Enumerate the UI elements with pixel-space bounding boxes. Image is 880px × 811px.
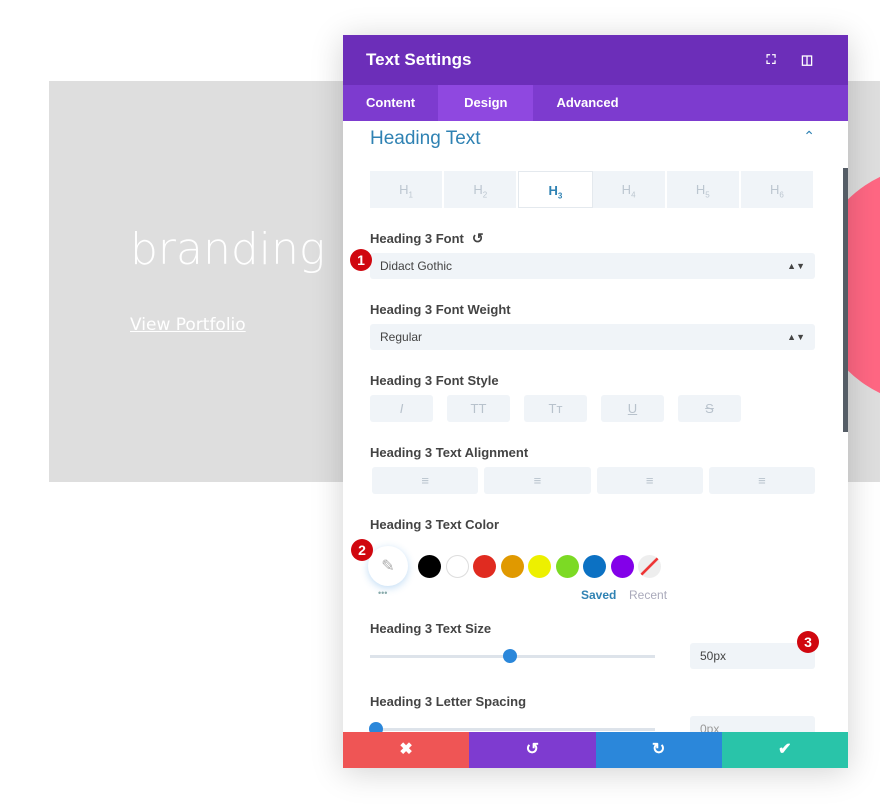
size-label: Heading 3 Text Size bbox=[370, 620, 492, 636]
color-swatch[interactable] bbox=[610, 554, 634, 578]
tab-design[interactable]: Design bbox=[438, 85, 534, 121]
letter-spacing-slider[interactable] bbox=[368, 721, 655, 736]
branding-heading: branding bbox=[130, 224, 326, 275]
no-color-swatch[interactable] bbox=[638, 554, 661, 578]
italic-button[interactable]: I bbox=[370, 395, 433, 422]
fullscreen-icon[interactable]: ⛶ bbox=[753, 52, 789, 68]
tab-bar: Content Design Advanced bbox=[343, 85, 848, 121]
section-heading-text[interactable]: Heading Text ⌃ bbox=[370, 128, 815, 158]
modal-header: Text Settings ⛶ ◫ bbox=[343, 35, 848, 85]
uppercase-button[interactable]: TT bbox=[447, 395, 510, 422]
step-badge-1: 1 bbox=[350, 249, 372, 271]
saved-tab[interactable]: Saved bbox=[581, 588, 629, 602]
weight-value: Regular bbox=[380, 330, 423, 344]
save-button[interactable]: ✔ bbox=[721, 732, 848, 768]
font-select[interactable]: Didact Gothic ▲▼ bbox=[370, 253, 815, 279]
underline-button[interactable]: U bbox=[601, 395, 664, 422]
capitalize-button[interactable]: Tт bbox=[524, 395, 587, 422]
heading-level-h6[interactable]: H6 bbox=[741, 171, 816, 208]
reset-icon[interactable]: ↺ bbox=[472, 230, 484, 247]
color-swatch[interactable] bbox=[583, 554, 606, 578]
heading-level-h1[interactable]: H1 bbox=[370, 171, 445, 208]
font-label: Heading 3 Font bbox=[370, 230, 464, 246]
eyedropper-button[interactable]: ✎ bbox=[368, 546, 408, 586]
style-label: Heading 3 Font Style bbox=[370, 372, 499, 388]
sidebar-icon[interactable]: ◫ bbox=[789, 52, 825, 68]
align-center-button[interactable]: ≡ bbox=[484, 467, 591, 494]
step-badge-3: 3 bbox=[797, 631, 819, 653]
font-value: Didact Gothic bbox=[380, 259, 453, 273]
cancel-button[interactable]: ✖ bbox=[343, 732, 470, 768]
heading-level-h5[interactable]: H5 bbox=[667, 171, 741, 208]
color-swatch[interactable] bbox=[473, 554, 496, 578]
font-style-buttons: I TT Tт U S bbox=[370, 395, 815, 422]
text-size-input[interactable]: 50px bbox=[690, 643, 815, 669]
align-justify-button[interactable]: ≡ bbox=[708, 467, 815, 494]
tab-content[interactable]: Content bbox=[343, 85, 438, 121]
color-swatch[interactable] bbox=[500, 554, 524, 578]
chevron-up-icon[interactable]: ⌃ bbox=[803, 128, 815, 158]
heading-level-h3[interactable]: H3 bbox=[518, 171, 593, 208]
modal-footer: ✖ ↺ ↻ ✔ bbox=[343, 732, 848, 768]
recent-tab[interactable]: Recent bbox=[629, 588, 667, 602]
align-left-button[interactable]: ≡ bbox=[372, 467, 479, 494]
undo-button[interactable]: ↺ bbox=[469, 732, 596, 768]
select-arrows-icon: ▲▼ bbox=[787, 261, 805, 271]
spacing-label: Heading 3 Letter Spacing bbox=[370, 693, 527, 709]
heading-level-h4[interactable]: H4 bbox=[593, 171, 667, 208]
heading-level-selector: H1 H2 H3 H4 H5 H6 bbox=[370, 171, 816, 208]
text-settings-modal: Text Settings ⛶ ◫ Content Design Advance… bbox=[343, 35, 848, 768]
slider-handle[interactable] bbox=[502, 648, 517, 663]
select-arrows-icon: ▲▼ bbox=[787, 332, 805, 342]
more-colors-button[interactable]: ••• bbox=[370, 588, 581, 602]
alignment-buttons: ≡ ≡ ≡ ≡ bbox=[370, 467, 815, 494]
color-swatches bbox=[418, 554, 666, 578]
text-size-slider[interactable] bbox=[370, 648, 655, 663]
color-swatch[interactable] bbox=[528, 554, 551, 578]
align-right-button[interactable]: ≡ bbox=[596, 467, 703, 494]
strikethrough-button[interactable]: S bbox=[678, 395, 741, 422]
view-portfolio-link[interactable]: View Portfolio bbox=[130, 315, 246, 335]
section-title: Heading Text bbox=[370, 128, 481, 149]
color-swatch[interactable] bbox=[418, 554, 441, 578]
step-badge-2: 2 bbox=[351, 539, 373, 561]
font-weight-select[interactable]: Regular ▲▼ bbox=[370, 324, 815, 350]
weight-label: Heading 3 Font Weight bbox=[370, 301, 511, 317]
redo-button[interactable]: ↻ bbox=[595, 732, 722, 768]
tab-advanced[interactable]: Advanced bbox=[533, 85, 641, 121]
modal-title: Text Settings bbox=[366, 50, 472, 69]
alignment-label: Heading 3 Text Alignment bbox=[370, 444, 529, 460]
color-swatch[interactable] bbox=[445, 554, 469, 578]
heading-level-h2[interactable]: H2 bbox=[444, 171, 519, 208]
color-label: Heading 3 Text Color bbox=[370, 516, 500, 532]
color-swatch[interactable] bbox=[555, 554, 579, 578]
